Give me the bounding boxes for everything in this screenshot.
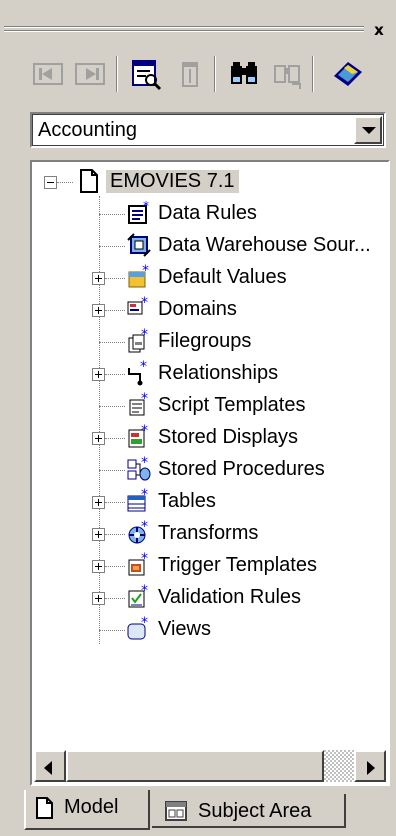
relationships-icon: * [126,359,152,386]
tree-expand-toggle[interactable] [92,496,105,509]
horizontal-scrollbar[interactable] [34,750,386,782]
tree-expand-toggle[interactable] [92,560,105,573]
subject-area-tab-icon [164,799,188,829]
tree-expand-toggle[interactable] [92,304,105,317]
svg-text:*: * [141,552,148,567]
scroll-thumb[interactable] [66,750,324,782]
find-replace-icon[interactable] [270,56,306,92]
tree-expand-toggle[interactable] [92,272,105,285]
transforms-icon: * [126,519,152,546]
validation-rules-icon: * [126,583,152,610]
arrow-right-icon [367,761,375,775]
tab-model[interactable]: Model [24,790,150,830]
find-icon[interactable] [226,56,262,92]
tree-item-label: Data Warehouse Sour... [158,234,371,256]
svg-text:*: * [142,264,149,279]
model-tree: EMOVIES 7.1 * Data Rules Data Warehouse … [30,160,390,786]
data-warehouse-icon [126,232,152,258]
tree-item-label: Default Values [158,266,287,288]
help-icon[interactable] [330,56,366,92]
tree-expand-toggle[interactable] [92,368,105,381]
views-icon: * [126,615,152,642]
tree-item-label: Validation Rules [158,586,302,608]
tree-item-label: Relationships [158,362,279,384]
next-icon[interactable] [72,56,108,92]
tables-icon: * [126,487,152,514]
scroll-track[interactable] [324,750,354,782]
tree-collapse-toggle[interactable] [44,176,57,189]
delete-icon[interactable] [172,56,208,92]
svg-text:*: * [141,616,148,631]
svg-text:*: * [141,328,148,343]
tree-expand-toggle[interactable] [92,528,105,541]
stored-displays-icon: * [126,423,152,450]
tree-item-label: Tables [158,490,216,512]
trigger-templates-icon: * [126,551,152,578]
script-templates-icon: * [126,391,152,418]
tree-item-label: Views [158,618,211,640]
svg-text:*: * [141,296,148,311]
default-values-icon: * [126,263,152,290]
svg-text:*: * [141,424,148,439]
subject-area-value: Accounting [38,119,137,141]
svg-text:*: * [141,488,148,503]
model-tab-icon [34,796,56,826]
tree-item-label: Transforms [158,522,259,544]
prev-icon[interactable] [30,56,66,92]
svg-text:*: * [141,520,148,535]
svg-text:*: * [141,456,148,471]
tree-item-label: Stored Procedures [158,458,325,480]
tree-expand-toggle[interactable] [92,432,105,445]
stored-procedures-icon: * [126,455,152,482]
tree-item-label: Domains [158,298,237,320]
tree-root-label[interactable]: EMOVIES 7.1 [106,170,239,193]
scroll-left-button[interactable] [34,750,66,782]
tree-item-label: Stored Displays [158,426,299,448]
tab-subject-area-label: Subject Area [198,800,312,822]
close-button[interactable]: x [370,22,388,38]
filegroups-icon: * [126,327,152,354]
tree-item-label: Script Templates [158,394,306,416]
chevron-down-icon[interactable] [354,116,382,144]
data-rules-icon: * [126,199,152,226]
svg-text:*: * [140,360,147,375]
subject-area-select[interactable]: Accounting [30,112,386,148]
tree-item-label: Trigger Templates [158,554,317,576]
model-icon [76,168,102,194]
tree-item-label: Data Rules [158,202,257,224]
domains-icon: * [126,295,152,322]
tab-subject-area[interactable]: Subject Area [152,794,346,828]
tree-item-label: Filegroups [158,330,252,352]
scroll-right-button[interactable] [354,750,386,782]
tab-model-label: Model [64,796,119,818]
svg-text:*: * [141,584,148,599]
properties-icon[interactable] [128,56,164,92]
svg-text:*: * [141,392,148,407]
arrow-left-icon [44,761,52,775]
svg-text:*: * [143,200,149,213]
tree-expand-toggle[interactable] [92,592,105,605]
